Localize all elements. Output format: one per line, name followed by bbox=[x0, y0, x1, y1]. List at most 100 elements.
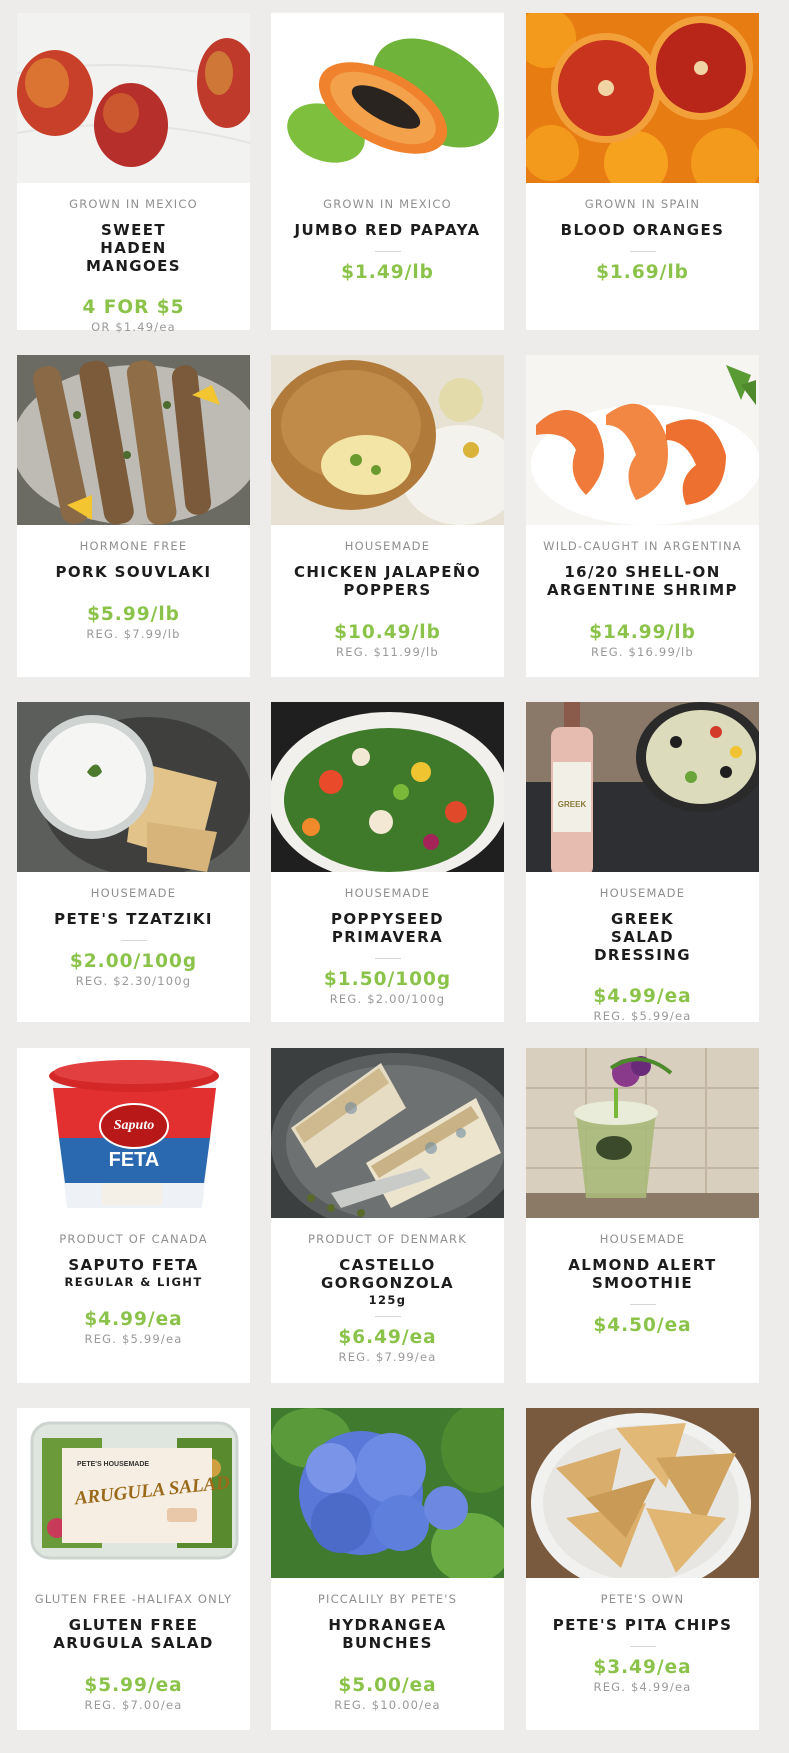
product-name: 16/20 SHELL-ON ARGENTINE SHRIMP bbox=[547, 563, 738, 599]
product-name: GREEK SALAD DRESSING bbox=[594, 910, 691, 964]
product-regular-price: REG. $2.00/100g bbox=[329, 992, 446, 1006]
shrimp-photo bbox=[526, 355, 759, 525]
mangoes-photo bbox=[17, 13, 250, 183]
product-price: $2.00/100g bbox=[69, 951, 198, 972]
product-price: $3.49/ea bbox=[593, 1657, 692, 1678]
product-card-hydrangea[interactable]: PICCALILY BY PETE'S HYDRANGEA BUNCHES $5… bbox=[271, 1408, 504, 1730]
product-card-mangoes[interactable]: GROWN IN MEXICO SWEET HADEN MANGOES 4 FO… bbox=[17, 13, 250, 334]
product-price: $6.49/ea bbox=[338, 1327, 437, 1348]
souvlaki-photo bbox=[17, 355, 250, 525]
product-size: 125g bbox=[368, 1293, 407, 1307]
greek-dressing-photo: GREEK bbox=[526, 702, 759, 872]
tzatziki-photo bbox=[17, 702, 250, 872]
product-origin: HOUSEMADE bbox=[599, 886, 686, 900]
smoothie-photo bbox=[526, 1048, 759, 1218]
product-regular-price: REG. $7.99/ea bbox=[338, 1350, 437, 1364]
product-origin: HORMONE FREE bbox=[79, 539, 188, 553]
product-price: $4.99/ea bbox=[84, 1309, 183, 1330]
product-price: $1.49/lb bbox=[341, 262, 434, 283]
divider bbox=[374, 1316, 401, 1317]
product-regular-price: REG. $16.99/lb bbox=[591, 645, 694, 659]
product-price: $10.49/lb bbox=[334, 622, 441, 643]
product-name: GLUTEN FREE ARUGULA SALAD bbox=[53, 1616, 214, 1652]
product-name: JUMBO RED PAPAYA bbox=[294, 221, 481, 239]
product-origin: GROWN IN MEXICO bbox=[323, 197, 452, 211]
product-origin: GROWN IN SPAIN bbox=[584, 197, 701, 211]
product-name: CASTELLO GORGONZOLA bbox=[320, 1256, 455, 1292]
product-variant: REGULAR & LIGHT bbox=[64, 1275, 203, 1289]
product-price: $5.99/ea bbox=[84, 1675, 183, 1696]
product-regular-price: REG. $5.99/ea bbox=[593, 1009, 692, 1023]
product-price: $1.50/100g bbox=[323, 969, 452, 990]
product-name: POPPYSEED PRIMAVERA bbox=[331, 910, 444, 946]
package-brand: PETE'S HOUSEMADE bbox=[77, 1461, 149, 1468]
product-regular-price: REG. $2.30/100g bbox=[75, 974, 192, 988]
saputo-feta-photo: Saputo FETA bbox=[17, 1048, 250, 1218]
papaya-photo bbox=[271, 13, 504, 183]
product-origin: HOUSEMADE bbox=[344, 886, 431, 900]
product-card-arugula-salad[interactable]: PETE'S HOUSEMADE ARUGULA SALAD GLUTEN FR… bbox=[17, 1408, 250, 1730]
product-regular-price: REG. $10.00/ea bbox=[334, 1698, 441, 1712]
product-price: $1.69/lb bbox=[596, 262, 689, 283]
product-name: HYDRANGEA BUNCHES bbox=[328, 1616, 447, 1652]
primavera-salad-photo bbox=[271, 702, 504, 872]
product-card-greek-dressing[interactable]: GREEK HOUSEMADE GREEK SALAD DRESSING $4.… bbox=[526, 702, 759, 1023]
product-regular-price: REG. $11.99/lb bbox=[336, 645, 439, 659]
hydrangea-photo bbox=[271, 1408, 504, 1578]
arugula-salad-photo: PETE'S HOUSEMADE ARUGULA SALAD bbox=[17, 1408, 250, 1578]
product-origin: PRODUCT OF DENMARK bbox=[308, 1232, 467, 1246]
product-price: $14.99/lb bbox=[589, 622, 696, 643]
product-origin: HOUSEMADE bbox=[599, 1232, 686, 1246]
product-regular-price: REG. $5.99/ea bbox=[84, 1332, 183, 1346]
product-card-gorgonzola[interactable]: PRODUCT OF DENMARK CASTELLO GORGONZOLA 1… bbox=[271, 1048, 504, 1383]
product-name: CHICKEN JALAPEÑO POPPERS bbox=[293, 563, 482, 599]
divider bbox=[629, 251, 656, 252]
product-regular-price: REG. $4.99/ea bbox=[593, 1680, 692, 1694]
divider bbox=[629, 1646, 656, 1647]
product-origin: HOUSEMADE bbox=[344, 539, 431, 553]
product-origin: HOUSEMADE bbox=[90, 886, 177, 900]
product-origin: WILD-CAUGHT IN ARGENTINA bbox=[543, 539, 742, 553]
product-card-chicken-poppers[interactable]: HOUSEMADE CHICKEN JALAPEÑO POPPERS $10.4… bbox=[271, 355, 504, 677]
product-card-shrimp[interactable]: WILD-CAUGHT IN ARGENTINA 16/20 SHELL-ON … bbox=[526, 355, 759, 677]
product-name: PETE'S PITA CHIPS bbox=[552, 1616, 733, 1634]
product-origin: PETE'S OWN bbox=[600, 1592, 685, 1606]
product-price: $5.99/lb bbox=[87, 604, 180, 625]
product-card-pork-souvlaki[interactable]: HORMONE FREE PORK SOUVLAKI $5.99/lb REG.… bbox=[17, 355, 250, 677]
product-price: $5.00/ea bbox=[338, 1675, 437, 1696]
product-price: $4.99/ea bbox=[593, 986, 692, 1007]
product-card-tzatziki[interactable]: HOUSEMADE PETE'S TZATZIKI $2.00/100g REG… bbox=[17, 702, 250, 1022]
chicken-poppers-photo bbox=[271, 355, 504, 525]
blood-oranges-photo bbox=[526, 13, 759, 183]
product-label: FETA bbox=[109, 1149, 160, 1171]
divider bbox=[374, 958, 401, 959]
divider bbox=[629, 1304, 656, 1305]
product-price: 4 FOR $5 bbox=[82, 297, 185, 318]
product-card-papaya[interactable]: GROWN IN MEXICO JUMBO RED PAPAYA $1.49/l… bbox=[271, 13, 504, 330]
product-regular-price: OR $1.49/ea bbox=[91, 320, 176, 334]
product-name: SAPUTO FETA bbox=[68, 1256, 199, 1274]
gorgonzola-photo bbox=[271, 1048, 504, 1218]
product-name: PORK SOUVLAKI bbox=[55, 563, 212, 581]
product-card-saputo-feta[interactable]: Saputo FETA PRODUCT OF CANADA SAPUTO FET… bbox=[17, 1048, 250, 1383]
product-name: PETE'S TZATZIKI bbox=[54, 910, 213, 928]
divider bbox=[374, 251, 401, 252]
product-price: $4.50/ea bbox=[593, 1315, 692, 1336]
product-regular-price: REG. $7.00/ea bbox=[84, 1698, 183, 1712]
product-origin: PICCALILY BY PETE'S bbox=[317, 1592, 458, 1606]
product-origin: PRODUCT OF CANADA bbox=[59, 1232, 208, 1246]
product-origin: GLUTEN FREE -HALIFAX ONLY bbox=[34, 1592, 233, 1606]
product-origin: GROWN IN MEXICO bbox=[69, 197, 198, 211]
brand-logo: Saputo bbox=[114, 1118, 154, 1133]
divider bbox=[120, 940, 147, 941]
bottle-label: GREEK bbox=[558, 800, 587, 809]
product-name: ALMOND ALERT SMOOTHIE bbox=[568, 1256, 717, 1292]
product-card-blood-oranges[interactable]: GROWN IN SPAIN BLOOD ORANGES $1.69/lb bbox=[526, 13, 759, 330]
product-name: BLOOD ORANGES bbox=[560, 221, 725, 239]
product-regular-price: REG. $7.99/lb bbox=[86, 627, 181, 641]
pita-chips-photo bbox=[526, 1408, 759, 1578]
product-card-poppyseed-primavera[interactable]: HOUSEMADE POPPYSEED PRIMAVERA $1.50/100g… bbox=[271, 702, 504, 1022]
product-card-pita-chips[interactable]: PETE'S OWN PETE'S PITA CHIPS $3.49/ea RE… bbox=[526, 1408, 759, 1730]
product-name: SWEET HADEN MANGOES bbox=[85, 221, 181, 275]
product-card-almond-smoothie[interactable]: HOUSEMADE ALMOND ALERT SMOOTHIE $4.50/ea bbox=[526, 1048, 759, 1383]
